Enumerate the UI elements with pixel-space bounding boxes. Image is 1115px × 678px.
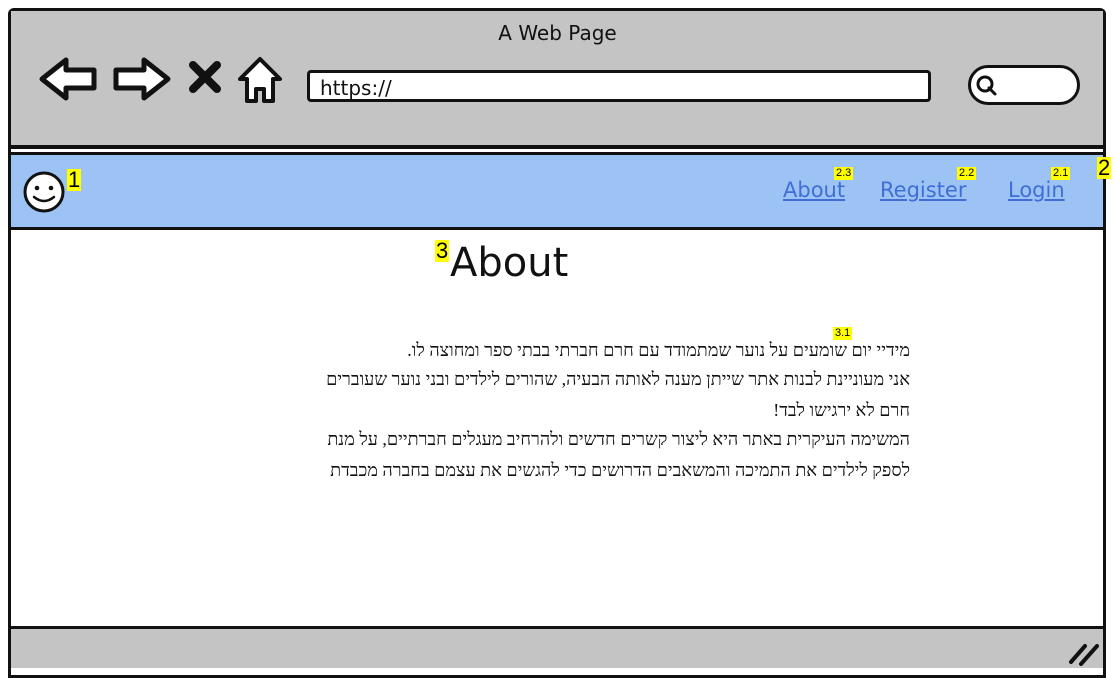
about-text-line: לספק לילדים את התמיכה והמשאבים הדרושים כ…	[330, 460, 910, 480]
annotation-1: 1	[67, 167, 82, 192]
nav-link-login[interactable]: Login	[1008, 178, 1065, 202]
toolbar-divider	[11, 145, 1103, 149]
home-icon[interactable]	[237, 55, 283, 105]
window-title: A Web Page	[498, 21, 617, 45]
address-bar[interactable]: https://	[307, 70, 931, 102]
forward-arrow-icon[interactable]	[110, 55, 172, 103]
page-title: About	[450, 240, 569, 286]
address-bar-text: https://	[320, 76, 392, 100]
close-icon[interactable]	[188, 60, 222, 94]
search-icon[interactable]	[975, 74, 999, 98]
back-arrow-icon[interactable]	[38, 55, 100, 103]
annotation-2: 2	[1097, 155, 1112, 180]
about-text-line: אני מעוניינת לבנות אתר שייתן מענה לאותה …	[326, 369, 910, 389]
annotation-3-1: 3.1	[833, 327, 853, 340]
about-text-line: חרם לא ירגישו לבד!	[773, 400, 910, 420]
smiley-logo-icon[interactable]	[22, 170, 66, 214]
annotation-3: 3	[435, 238, 450, 263]
about-text-line: המשימה העיקרית באתר היא ליצור קשרים חדשי…	[327, 429, 910, 449]
nav-link-about[interactable]: About	[783, 178, 845, 202]
about-text-line: מידיי יום שומעים על נוער שמתמודד עם חרם …	[407, 340, 910, 360]
nav-link-register[interactable]: Register	[880, 178, 966, 202]
status-bar	[11, 626, 1103, 668]
resize-grip-icon[interactable]	[1067, 640, 1101, 666]
